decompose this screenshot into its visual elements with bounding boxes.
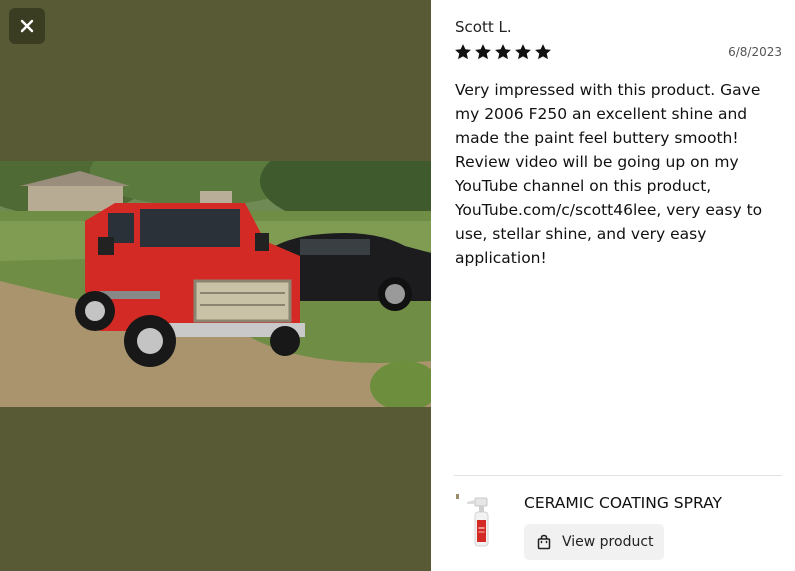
divider bbox=[454, 475, 782, 476]
shopping-bag-icon bbox=[537, 534, 551, 550]
review-panel: Scott L. 6/8/2023 Very impressed with th… bbox=[431, 0, 795, 571]
star-icon bbox=[535, 44, 551, 60]
reviewer-name: Scott L. bbox=[455, 18, 512, 36]
view-product-label: View product bbox=[562, 534, 654, 550]
star-icon bbox=[455, 44, 471, 60]
media-viewer bbox=[0, 0, 431, 571]
star-icon bbox=[515, 44, 531, 60]
product-name[interactable]: CERAMIC COATING SPRAY bbox=[524, 494, 722, 512]
spray-bottle-image bbox=[456, 494, 489, 547]
star-icon bbox=[475, 44, 491, 60]
star-icon bbox=[495, 44, 511, 60]
truck-photo-illustration bbox=[0, 161, 431, 407]
close-icon bbox=[20, 19, 34, 33]
product-thumbnail[interactable] bbox=[453, 490, 503, 550]
close-button[interactable] bbox=[9, 8, 45, 44]
view-product-button[interactable]: View product bbox=[524, 524, 664, 560]
review-photo bbox=[0, 161, 431, 407]
review-date: 6/8/2023 bbox=[728, 45, 782, 59]
star-rating bbox=[454, 43, 552, 61]
review-text: Very impressed with this product. Gave m… bbox=[455, 81, 763, 267]
